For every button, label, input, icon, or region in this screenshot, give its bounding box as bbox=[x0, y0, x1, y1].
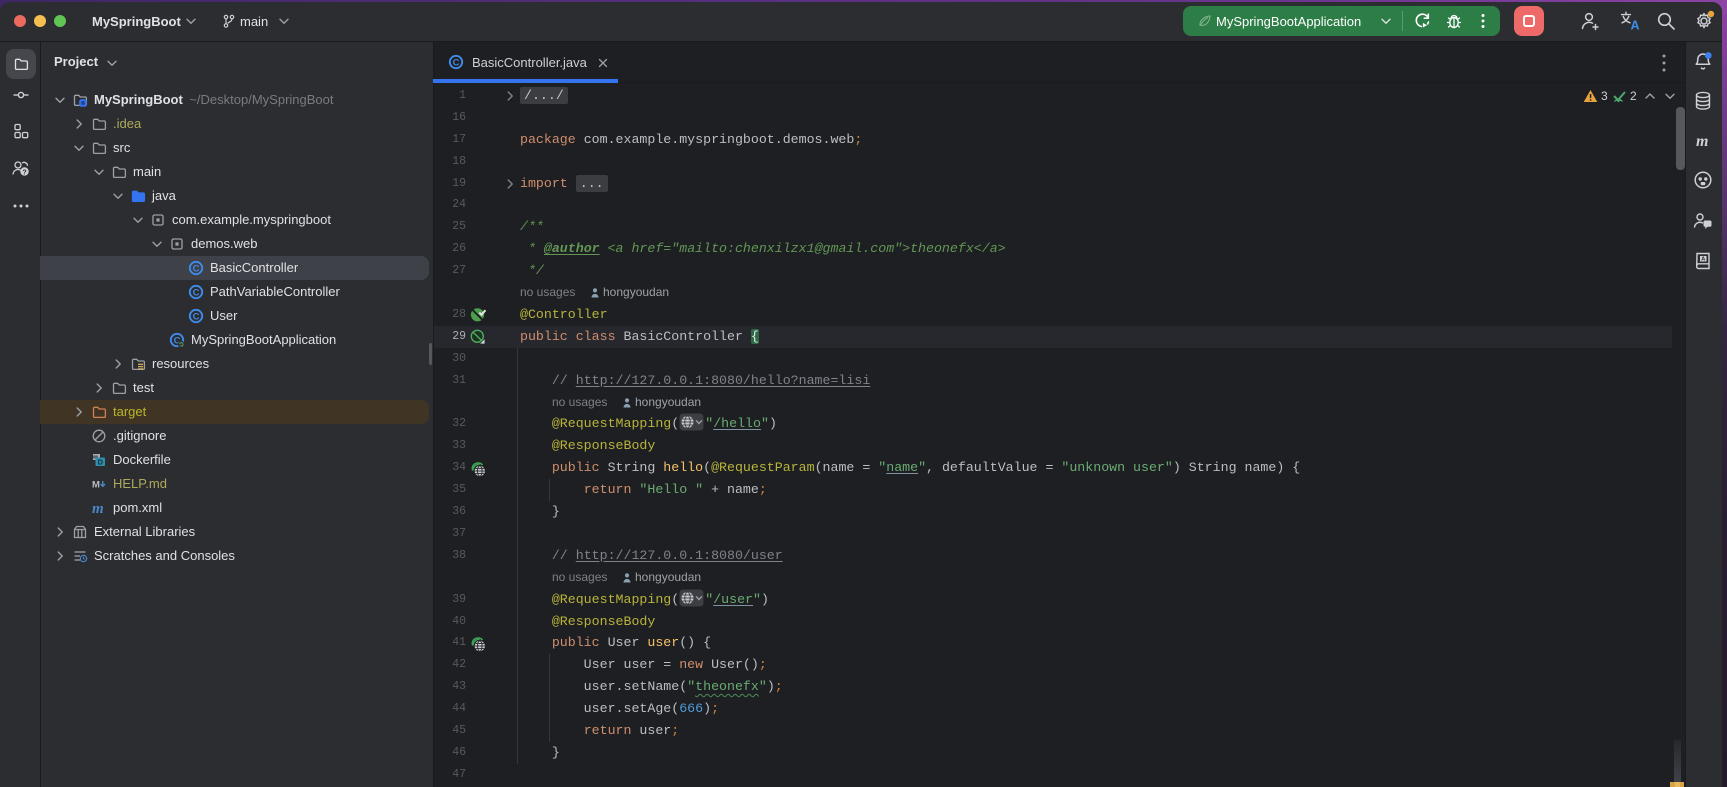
svg-text:C: C bbox=[453, 58, 460, 69]
svg-text:C: C bbox=[193, 312, 200, 323]
svg-text:M: M bbox=[92, 480, 100, 491]
svg-text:m: m bbox=[1696, 133, 1708, 150]
svg-text:D: D bbox=[98, 458, 104, 467]
svg-text:?: ? bbox=[22, 169, 26, 176]
svg-text:C: C bbox=[193, 264, 200, 275]
svg-text:m: m bbox=[92, 501, 104, 516]
svg-text:C: C bbox=[193, 288, 200, 299]
svg-text:A: A bbox=[1701, 257, 1705, 263]
svg-text:A: A bbox=[1631, 19, 1640, 33]
